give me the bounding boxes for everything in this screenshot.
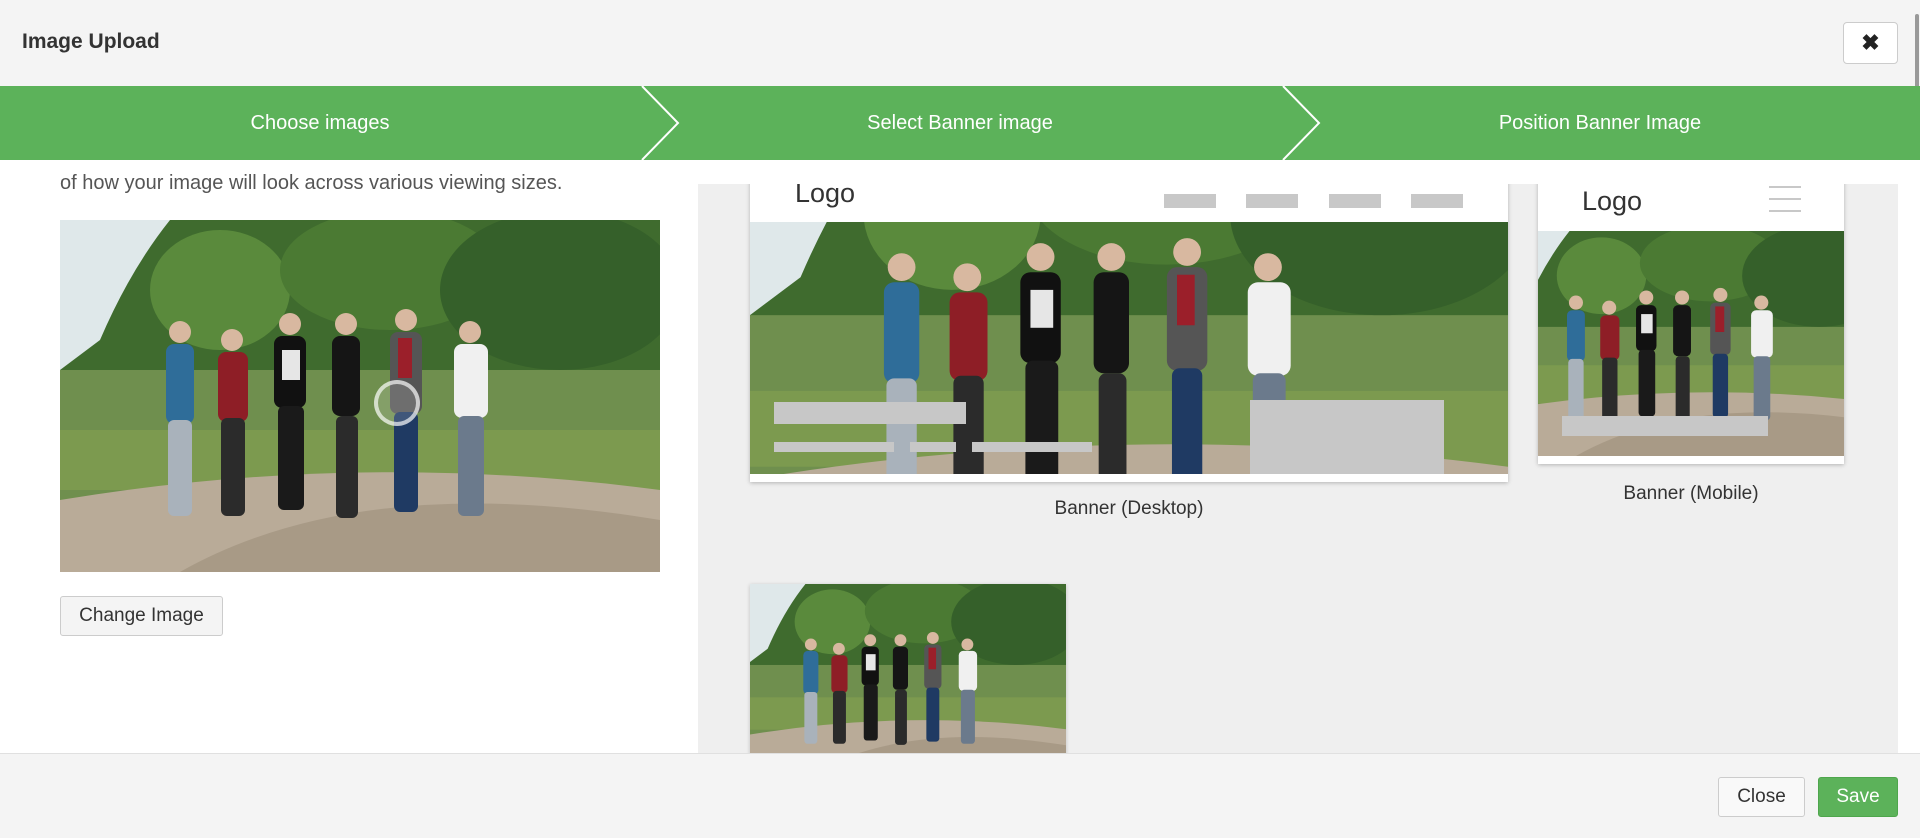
close-icon: ✖ [1861,30,1880,55]
dialog-header: Image Upload ✖ [0,0,1920,86]
uploaded-photo [60,220,660,572]
close-button[interactable]: Close [1718,777,1805,817]
step-label: Select Banner image [867,111,1053,134]
text-placeholder [1562,416,1768,436]
mobile-caption: Banner (Mobile) [1623,483,1759,504]
nav-placeholder [1329,194,1381,208]
step-separator [641,86,680,160]
nav-placeholder [1246,194,1298,208]
desktop-banner [750,222,1508,474]
thumbnail-preview [750,584,1066,753]
desktop-logo: Logo [795,184,856,208]
uploaded-image[interactable] [60,220,660,572]
box-placeholder [1250,400,1444,474]
step-separator [1282,86,1321,160]
hamburger-icon [1769,186,1801,212]
text-placeholder [774,442,894,452]
step-choose-images[interactable]: Choose images [0,86,640,160]
text-placeholder [972,442,1092,452]
mobile-banner [1538,231,1844,456]
text-placeholder [910,442,956,452]
left-pane: of how your image will look across vario… [0,160,698,753]
thumbnail-photo [750,584,1066,753]
step-position-banner[interactable]: Position Banner Image [1320,86,1880,160]
change-image-button[interactable]: Change Image [60,596,223,636]
wizard-steps: Choose images Select Banner image Positi… [0,86,1920,160]
focal-point-handle[interactable] [374,380,420,426]
dialog-title: Image Upload [22,30,160,53]
step-select-banner[interactable]: Select Banner image [680,86,1240,160]
instructions-text: of how your image will look across vario… [60,172,563,194]
mobile-preview: Logo [1538,184,1844,464]
nav-placeholder [1411,194,1463,208]
text-placeholder [774,402,966,424]
nav-placeholder [1164,194,1216,208]
close-dialog-button[interactable]: ✖ [1843,22,1898,64]
mobile-logo: Logo [1582,186,1643,216]
dialog-footer: Close Save [0,753,1920,838]
preview-pane: Logo Banner (Desktop) Logo Banner (Mobil… [698,184,1898,753]
save-button[interactable]: Save [1818,777,1898,817]
desktop-preview: Logo [750,184,1508,482]
dialog-content: of how your image will look across vario… [0,160,1920,753]
step-label: Position Banner Image [1498,111,1702,134]
desktop-caption: Banner (Desktop) [1054,498,1204,519]
step-label: Choose images [250,111,390,134]
